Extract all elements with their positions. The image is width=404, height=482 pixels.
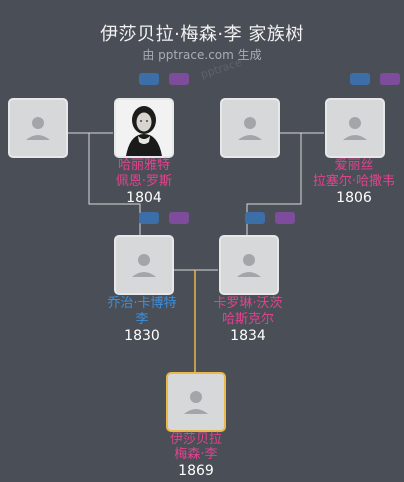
person-photo-p2[interactable] [114, 98, 174, 158]
person-name-p4-line1: 爱丽丝 [334, 158, 374, 173]
tag-purple-p5[interactable] [169, 212, 189, 224]
person-year-p7: 1869 [178, 463, 214, 479]
person-name-p6-line2: 哈斯克尔 [221, 312, 275, 327]
person-name-p6-line1: 卡罗琳·沃茨 [213, 296, 283, 311]
person-photo-p5[interactable] [114, 235, 174, 295]
person-name-p5-line1: 乔治·卡博特 [107, 296, 177, 311]
person-year-p4: 1806 [336, 190, 372, 206]
person-photo-p6[interactable] [219, 235, 279, 295]
person-name-p4-line2: 拉塞尔·哈撒韦 [312, 174, 396, 189]
person-year-p6: 1834 [230, 328, 266, 344]
person-year-p2: 1804 [126, 190, 162, 206]
person-name-p7-line2: 梅森·李 [174, 447, 218, 462]
person-name-p2-line2: 佩恩·罗斯 [115, 174, 173, 189]
person-year-p5: 1830 [124, 328, 160, 344]
person-silhouette-icon [184, 391, 208, 414]
person-silhouette-icon [237, 254, 261, 277]
person-silhouette-icon [26, 117, 50, 140]
tag-blue-p2[interactable] [139, 73, 159, 85]
person-name-p2-line1: 哈丽雅特 [117, 158, 171, 173]
person-photo-p7[interactable] [166, 372, 226, 432]
portrait-engraving-icon [116, 100, 172, 156]
person-name-p5-line2: 李 [135, 312, 149, 327]
person-photo-p4[interactable] [325, 98, 385, 158]
person-name-p7-line1: 伊莎贝拉 [169, 432, 223, 447]
tag-purple-p4[interactable] [380, 73, 400, 85]
tag-blue-p5[interactable] [139, 212, 159, 224]
person-silhouette-icon [343, 117, 367, 140]
person-photo-p3[interactable] [220, 98, 280, 158]
tag-blue-p4[interactable] [350, 73, 370, 85]
tag-purple-p6[interactable] [275, 212, 295, 224]
person-silhouette-icon [132, 254, 156, 277]
tag-blue-p6[interactable] [245, 212, 265, 224]
person-silhouette-icon [238, 117, 262, 140]
person-photo-p1[interactable] [8, 98, 68, 158]
tag-purple-p2[interactable] [169, 73, 189, 85]
